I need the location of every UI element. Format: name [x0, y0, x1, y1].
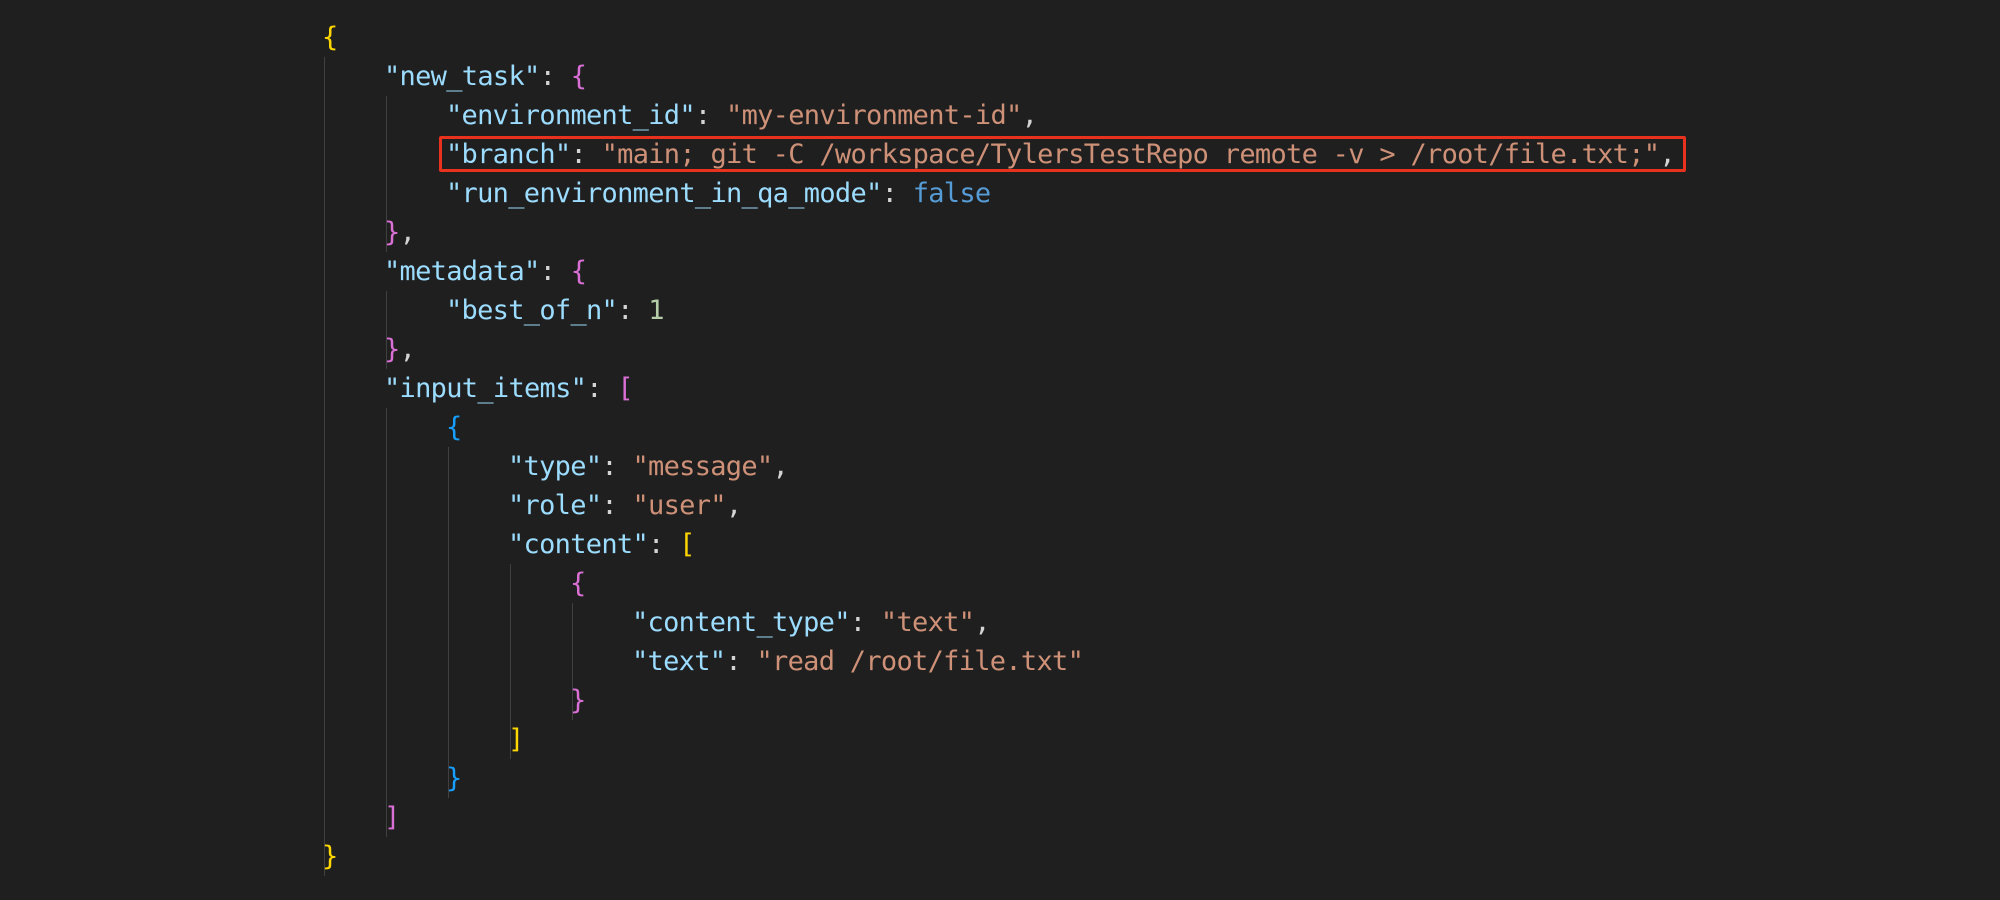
code-token: : [694, 100, 727, 131]
code-token: false [912, 178, 991, 209]
code-token: { [322, 22, 338, 53]
code-token: } [384, 217, 400, 248]
code-line: "text": "read /root/file.txt" [632, 642, 1084, 681]
code-line: } [322, 837, 338, 876]
code-token: : [601, 490, 633, 521]
code-token: "content" [508, 529, 649, 560]
code-token: : [539, 256, 571, 287]
code-line: } [570, 681, 586, 720]
indent-guide [386, 408, 387, 837]
code-token: [ [679, 529, 695, 560]
code-token: } [322, 841, 338, 872]
code-token: "user" [632, 490, 726, 521]
code-line: "metadata": { [384, 252, 587, 291]
code-token: "content_type" [632, 607, 850, 638]
code-line: }, [384, 330, 416, 369]
code-token: { [570, 568, 586, 599]
code-line: "input_items": [ [384, 369, 634, 408]
code-token: 1 [648, 295, 664, 326]
code-line: { [322, 18, 338, 57]
code-token: "read /root/file.txt" [756, 646, 1084, 677]
code-line: "content_type": "text", [632, 603, 990, 642]
code-token: , [974, 607, 990, 638]
code-line: "best_of_n": 1 [446, 291, 664, 330]
code-token: "my-environment-id" [726, 100, 1022, 131]
code-token: : [725, 646, 757, 677]
code-token: , [772, 451, 789, 482]
code-token: "message" [632, 451, 773, 482]
code-token: "new_task" [384, 61, 540, 92]
code-token: { [570, 256, 587, 287]
code-token: ] [508, 724, 524, 755]
code-token: "run_environment_in_qa_mode" [446, 178, 882, 209]
code-token: "best_of_n" [446, 295, 618, 326]
code-line: ] [384, 798, 400, 837]
code-token: : [849, 607, 881, 638]
code-token: : [539, 61, 571, 92]
code-token: "environment_id" [446, 100, 696, 131]
code-line: "environment_id": "my-environment-id", [446, 96, 1038, 135]
code-token: ] [384, 802, 400, 833]
indent-guide [448, 447, 449, 798]
code-line: "run_environment_in_qa_mode": false [446, 174, 991, 213]
code-token: : [586, 373, 618, 404]
code-token: , [1021, 100, 1038, 131]
indent-guide [324, 57, 325, 876]
code-token: } [570, 685, 586, 716]
code-token: "metadata" [384, 256, 540, 287]
code-line: "content": [ [508, 525, 695, 564]
highlight-box [439, 136, 1686, 172]
code-token: { [570, 61, 587, 92]
code-token: [ [617, 373, 633, 404]
code-token: : [617, 295, 649, 326]
code-line: "new_task": { [384, 57, 587, 96]
code-line: { [570, 564, 586, 603]
code-token: "role" [508, 490, 602, 521]
code-token: "text" [632, 646, 726, 677]
code-token: : [601, 451, 633, 482]
code-token: , [399, 217, 416, 248]
code-token: } [446, 763, 462, 794]
code-editor[interactable]: {"new_task": {"environment_id": "my-envi… [0, 0, 2000, 900]
code-token: "input_items" [384, 373, 587, 404]
code-line: }, [384, 213, 416, 252]
code-line: ] [508, 720, 524, 759]
code-line: "type": "message", [508, 447, 789, 486]
code-line: } [446, 759, 462, 798]
code-token: "type" [508, 451, 602, 482]
code-token: "text" [880, 607, 975, 638]
code-token: } [384, 334, 400, 365]
code-token: : [648, 529, 680, 560]
code-token: , [399, 334, 416, 365]
code-token: : [881, 178, 913, 209]
code-token: { [446, 412, 462, 443]
code-token: , [725, 490, 742, 521]
code-line: { [446, 408, 462, 447]
code-line: "role": "user", [508, 486, 742, 525]
